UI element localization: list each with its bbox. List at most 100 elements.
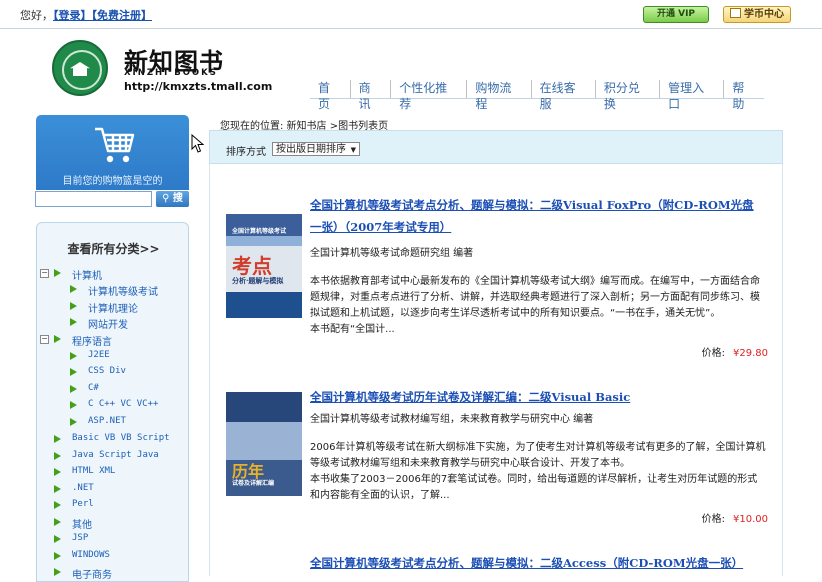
category-item[interactable]: HTML XML [72,466,115,476]
arrow-right-icon [70,352,77,360]
book-item: 历年 试卷及详解汇编 全国计算机等级考试历年试卷及详解汇编：二级Visual B… [210,386,784,526]
arrow-right-icon [54,535,61,543]
price-value: ¥29.80 [733,348,768,359]
category-item[interactable]: 其他 [72,516,92,531]
arrow-right-icon [54,552,61,560]
category-item[interactable]: WINDOWS [72,550,110,560]
book-title-link[interactable]: 全国计算机等级考试历年试卷及详解汇编：二级Visual Basic [310,386,766,408]
book-desc-more: 本书配有“全国计... [310,324,395,335]
nav-item-admin[interactable]: 管理入口 [659,80,723,111]
book-desc-more: 本书收集了2003－2006年的7套笔试试卷。同时，给出每道题的详尽解析，让考生… [310,474,758,501]
nav-item-news[interactable]: 商讯 [349,80,391,111]
book-author: 全国计算机等级考试教材编写组，未来教育教学与研究中心 编著 [310,414,594,425]
book-item: 全国计算机等级考试考点分析、题解与模拟：二级Access（附CD-ROM光盘一张… [210,552,784,576]
coin-icon [730,8,741,18]
price-label: 价格: [701,514,725,525]
register-link[interactable]: 【免费注册】 [92,9,153,22]
mouse-pointer-icon [191,134,205,153]
arrow-right-icon [70,302,77,310]
category-item[interactable]: C C++ VC VC++ [88,399,158,409]
main-nav: 首页 商讯 个性化推荐 购物流程 在线客服 积分兑换 管理入口 帮助 [310,80,764,111]
book-author: 全国计算机等级考试命题研究组 编著 [310,248,474,259]
cart-status: 目前您的购物篮是空的 [62,176,163,187]
arrow-right-icon [70,368,77,376]
greeting-text: 您好， [20,9,53,22]
book-list: 全国计算机等级考试 考点 分析·题解与模拟 全国计算机等级考试考点分析、题解与模… [209,164,783,576]
category-item[interactable]: 程序语言 [72,333,112,348]
login-link[interactable]: 【登录】 [53,9,92,22]
nav-item-recommend[interactable]: 个性化推荐 [390,80,466,111]
search-button[interactable]: ⚲ 搜 [156,191,189,207]
category-title[interactable]: 查看所有分类>> [37,240,190,257]
sort-bar: 排序方式 按出版日期排序 [209,130,783,164]
search-input[interactable] [35,191,152,207]
brand-name-en: XINZHI BOOKS [124,68,218,78]
category-item[interactable]: 计算机等级考试 [88,283,158,298]
category-item[interactable]: .NET [72,483,94,493]
category-item[interactable]: JSP [72,533,88,543]
coin-center-button[interactable]: 学币中心 [723,6,791,23]
category-item[interactable]: Java Script Java [72,450,159,460]
book-cover-image[interactable]: 历年 试卷及详解汇编 [226,392,302,496]
search-button-label: 搜 [172,193,183,204]
cover-sub-text: 分析·题解与模拟 [232,276,284,285]
nav-item-support[interactable]: 在线客服 [530,80,595,111]
book-desc-main: 2006年计算机等级考试在新大纲标准下实施，为了使考生对计算机等级考试有更多的了… [310,442,766,469]
cart-panel[interactable]: 目前您的购物篮是空的 [36,115,189,190]
category-item[interactable]: 计算机 [72,267,102,282]
brand-url: http://kmxzts.tmall.com [124,80,273,93]
book-cover-image[interactable]: 全国计算机等级考试 考点 分析·题解与模拟 [226,214,302,318]
coin-center-label: 学币中心 [744,9,784,20]
book-title-line1: 全国计算机等级考试考点分析、题解与模拟：二级Visual FoxPro（附CD-… [310,198,754,212]
logo-emblem [52,40,108,96]
category-item[interactable]: 电子商务 [72,566,112,581]
category-item[interactable]: ASP.NET [88,416,126,426]
sort-select[interactable]: 按出版日期排序 [272,142,360,157]
category-item[interactable]: 网站开发 [88,316,128,331]
price-label: 价格: [701,348,725,359]
book-title-link[interactable]: 全国计算机等级考试考点分析、题解与模拟：二级Visual FoxPro（附CD-… [310,194,766,238]
arrow-right-icon [54,568,61,576]
cover-top-text: 全国计算机等级考试 [232,228,287,235]
nav-item-shopping-flow[interactable]: 购物流程 [466,80,530,111]
category-item[interactable]: CSS Div [88,366,126,376]
nav-item-help[interactable]: 帮助 [723,80,764,111]
arrow-right-icon [54,518,61,526]
arrow-right-icon [54,501,61,509]
arrow-right-icon [54,485,61,493]
category-item[interactable]: Perl [72,499,94,509]
top-bar: 您好，【登录】【免费注册】 开通 VIP 学币中心 [0,0,822,29]
shopping-cart-icon [95,127,135,163]
greeting: 您好，【登录】【免费注册】 [20,7,152,23]
book-price: 价格: ¥10.00 [702,510,768,525]
arrow-right-icon [54,435,61,443]
category-item[interactable]: Basic VB VB Script [72,433,170,443]
category-item[interactable]: 计算机理论 [88,300,138,315]
category-item[interactable]: J2EE [88,350,110,360]
book-title-line2: 一张）（2007年考试专用） [310,220,452,234]
book-item: 全国计算机等级考试 考点 分析·题解与模拟 全国计算机等级考试考点分析、题解与模… [210,194,784,364]
book-desc-main: 本书依据教育部考试中心最新发布的《全国计算机等级考试大纲》编写而成。在编写中，一… [310,276,760,319]
category-item[interactable]: C# [88,383,99,393]
arrow-right-icon [54,452,61,460]
cover-big-text: 考点 [232,254,272,278]
nav-item-home[interactable]: 首页 [310,80,350,111]
book-price: 价格: ¥29.80 [702,344,768,359]
collapse-toggle-icon[interactable]: − [40,335,49,344]
arrow-right-icon [54,335,61,343]
price-value: ¥10.00 [733,514,768,525]
arrow-right-icon [70,385,77,393]
nav-item-points[interactable]: 积分兑换 [594,80,659,111]
collapse-toggle-icon[interactable]: − [40,269,49,278]
arrow-right-icon [70,318,77,326]
arrow-right-icon [54,468,61,476]
sort-label: 排序方式 [226,147,266,158]
book-description: 本书依据教育部考试中心最新发布的《全国计算机等级考试大纲》编写而成。在编写中，一… [310,274,766,338]
arrow-right-icon [70,401,77,409]
arrow-right-icon [70,285,77,293]
arrow-right-icon [54,269,61,277]
book-title-link[interactable]: 全国计算机等级考试考点分析、题解与模拟：二级Access（附CD-ROM光盘一张… [310,552,766,574]
cover-sub-text: 试卷及详解汇编 [232,480,275,487]
book-description: 2006年计算机等级考试在新大纲标准下实施，为了使考生对计算机等级考试有更多的了… [310,440,766,504]
vip-button[interactable]: 开通 VIP [643,6,709,23]
